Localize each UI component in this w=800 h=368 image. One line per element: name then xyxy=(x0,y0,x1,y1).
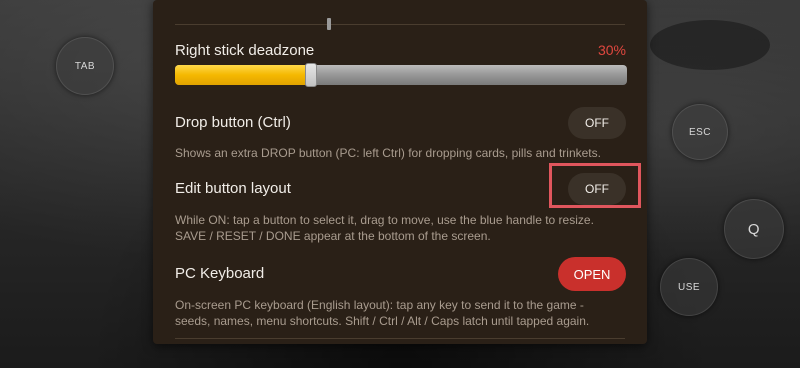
drop-button-toggle[interactable]: OFF xyxy=(568,107,626,139)
highlight-box xyxy=(549,163,641,208)
background-decoration xyxy=(650,20,770,70)
q-button-label: Q xyxy=(747,220,761,238)
deadzone-value: 30% xyxy=(597,42,626,58)
slider-thumb[interactable] xyxy=(305,63,317,87)
esc-button-label: ESC xyxy=(688,126,712,138)
edit-layout-title: Edit button layout xyxy=(175,180,291,197)
pc-keyboard-title: PC Keyboard xyxy=(175,265,265,282)
deadzone-slider[interactable] xyxy=(175,63,627,87)
pc-keyboard-description: On-screen PC keyboard (English layout): … xyxy=(175,298,590,328)
use-button[interactable]: USE xyxy=(660,258,718,316)
esc-button[interactable]: ESC xyxy=(672,104,728,160)
divider xyxy=(175,24,625,25)
drop-button-title: Drop button (Ctrl) xyxy=(175,114,291,131)
tab-button-label: TAB xyxy=(74,60,96,72)
tab-button[interactable]: TAB xyxy=(56,37,114,95)
edit-layout-description: While ON: tap a button to select it, dra… xyxy=(175,213,594,243)
use-button-label: USE xyxy=(677,281,701,293)
q-button[interactable]: Q xyxy=(724,199,784,259)
scroll-indicator xyxy=(327,18,331,30)
drop-button-description: Shows an extra DROP button (PC: left Ctr… xyxy=(175,146,601,160)
pc-keyboard-open-button[interactable]: OPEN xyxy=(558,257,626,291)
slider-fill xyxy=(175,65,311,85)
deadzone-title: Right stick deadzone xyxy=(175,42,315,59)
divider xyxy=(175,338,625,339)
